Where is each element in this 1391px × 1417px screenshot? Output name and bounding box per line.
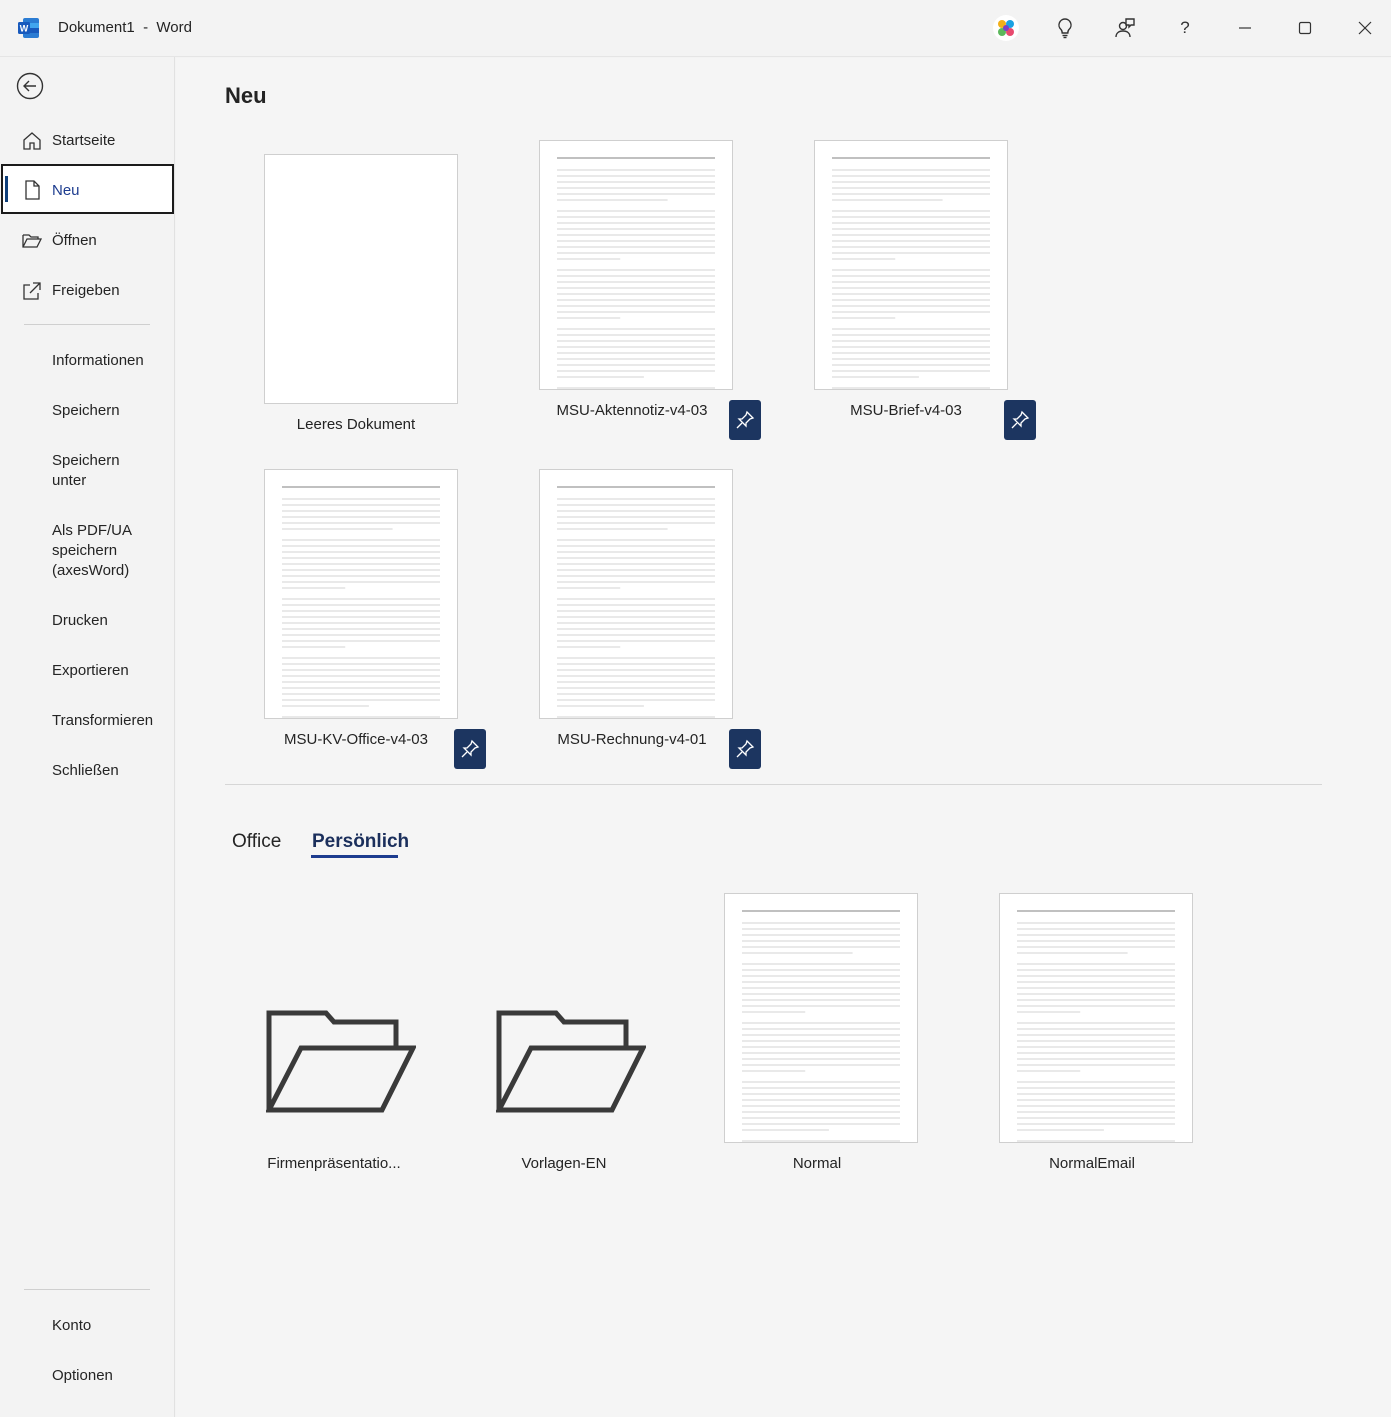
backstage-sidebar: Startseite Neu Öffnen Freigeben Informat… [0, 57, 175, 1417]
sidebar-item-label: Speichern [52, 402, 120, 419]
sidebar-item-speichern[interactable]: Speichern [0, 400, 175, 422]
copilot-icon[interactable] [986, 8, 1026, 48]
page-title: Neu [225, 83, 267, 108]
folder-icon[interactable] [494, 1010, 648, 1114]
template-thumbnail[interactable] [539, 140, 733, 390]
template-thumbnail-blank[interactable] [264, 154, 458, 404]
open-folder-icon [21, 230, 43, 252]
main-panel: Neu Leeres Dokument MSU-Aktennotiz-v4-03… [176, 58, 1391, 1417]
template-label[interactable]: NormalEmail [982, 1155, 1202, 1172]
help-icon[interactable]: ? [1165, 8, 1205, 48]
share-icon [21, 280, 43, 302]
pin-icon[interactable] [1004, 400, 1036, 440]
sidebar-item-informationen[interactable]: Informationen [0, 350, 175, 372]
sidebar-item-label: Drucken [52, 612, 108, 629]
new-document-icon [21, 179, 43, 201]
sidebar-item-label: Als PDF/UA speichern (axesWord) [52, 521, 132, 581]
template-thumbnail[interactable] [264, 469, 458, 719]
label-line: (axesWord) [52, 562, 130, 579]
template-label[interactable]: Leeres Dokument [246, 416, 466, 433]
document-preview-lines [557, 486, 715, 718]
app-name: Word [156, 19, 192, 36]
sidebar-item-pdf-ua[interactable]: Als PDF/UA speichern (axesWord) [0, 520, 175, 582]
template-label[interactable]: MSU-Aktennotiz-v4-03 [522, 402, 742, 419]
pin-icon[interactable] [729, 400, 761, 440]
sidebar-item-konto[interactable]: Konto [0, 1315, 175, 1337]
sidebar-item-schliessen[interactable]: Schließen [0, 760, 175, 782]
document-preview-lines [832, 157, 990, 389]
template-label[interactable]: Normal [707, 1155, 927, 1172]
sidebar-item-oeffnen[interactable]: Öffnen [0, 230, 175, 252]
sidebar-item-startseite[interactable]: Startseite [0, 130, 175, 152]
tab-office[interactable]: Office [232, 831, 281, 853]
section-divider [225, 784, 1322, 785]
template-label[interactable]: MSU-Brief-v4-03 [796, 402, 1016, 419]
sidebar-divider [24, 324, 150, 325]
sidebar-item-drucken[interactable]: Drucken [0, 610, 175, 632]
window-title: Dokument1 - Word [58, 19, 192, 36]
label-line: speichern [52, 542, 118, 559]
sidebar-item-label: Schließen [52, 762, 119, 779]
document-preview-lines [1017, 910, 1175, 1142]
minimize-icon[interactable] [1225, 8, 1265, 48]
active-tab-underline [311, 855, 398, 858]
template-thumbnail[interactable] [539, 469, 733, 719]
template-thumbnail[interactable] [999, 893, 1193, 1143]
maximize-icon[interactable] [1285, 8, 1325, 48]
document-name: Dokument1 [58, 19, 135, 36]
document-preview-lines [282, 486, 440, 718]
folder-label[interactable]: Firmenpräsentatio... [224, 1155, 444, 1172]
sidebar-item-exportieren[interactable]: Exportieren [0, 660, 175, 682]
sidebar-item-label: Exportieren [52, 662, 129, 679]
sidebar-item-freigeben[interactable]: Freigeben [0, 280, 175, 302]
svg-text:W: W [20, 24, 29, 34]
help-glyph: ? [1180, 18, 1190, 37]
sidebar-item-label: Freigeben [52, 282, 120, 299]
sidebar-item-neu[interactable]: Neu [1, 164, 174, 214]
label-line: Als PDF/UA [52, 522, 133, 539]
template-label[interactable]: MSU-Rechnung-v4-01 [522, 731, 742, 748]
close-icon[interactable] [1345, 8, 1385, 48]
feedback-icon[interactable] [1105, 8, 1145, 48]
label-line: unter [52, 472, 87, 489]
lightbulb-icon[interactable] [1045, 8, 1085, 48]
sidebar-item-label: Optionen [52, 1367, 113, 1384]
active-indicator [5, 176, 8, 202]
sidebar-item-optionen[interactable]: Optionen [0, 1365, 175, 1387]
sidebar-item-label: Transformieren [52, 712, 154, 729]
template-thumbnail[interactable] [814, 140, 1008, 390]
folder-icon[interactable] [264, 1010, 418, 1114]
sidebar-divider [24, 1289, 150, 1290]
pin-icon[interactable] [454, 729, 486, 769]
sidebar-item-label: Startseite [52, 132, 116, 149]
document-preview-lines [742, 910, 900, 1142]
folder-label[interactable]: Vorlagen-EN [454, 1155, 674, 1172]
sidebar-item-transformieren[interactable]: Transformieren [0, 710, 175, 732]
template-label[interactable]: MSU-KV-Office-v4-03 [246, 731, 466, 748]
sidebar-item-label: Speichern unter [52, 451, 120, 491]
sidebar-item-label: Neu [52, 182, 80, 199]
template-thumbnail[interactable] [724, 893, 918, 1143]
pin-icon[interactable] [729, 729, 761, 769]
sidebar-item-label: Konto [52, 1317, 92, 1334]
word-app-icon: W [18, 17, 40, 39]
sidebar-item-speichern-unter[interactable]: Speichern unter [0, 450, 175, 492]
title-separator: - [143, 19, 149, 36]
home-icon [21, 130, 43, 152]
sidebar-item-label: Öffnen [52, 232, 97, 249]
tab-persoenlich[interactable]: Persönlich [312, 831, 409, 853]
sidebar-item-label: Informationen [52, 352, 144, 369]
document-preview-lines [557, 157, 715, 389]
label-line: Speichern [52, 452, 120, 469]
title-bar: W Dokument1 - Word ? [0, 0, 1391, 57]
back-arrow-icon[interactable] [15, 71, 45, 101]
